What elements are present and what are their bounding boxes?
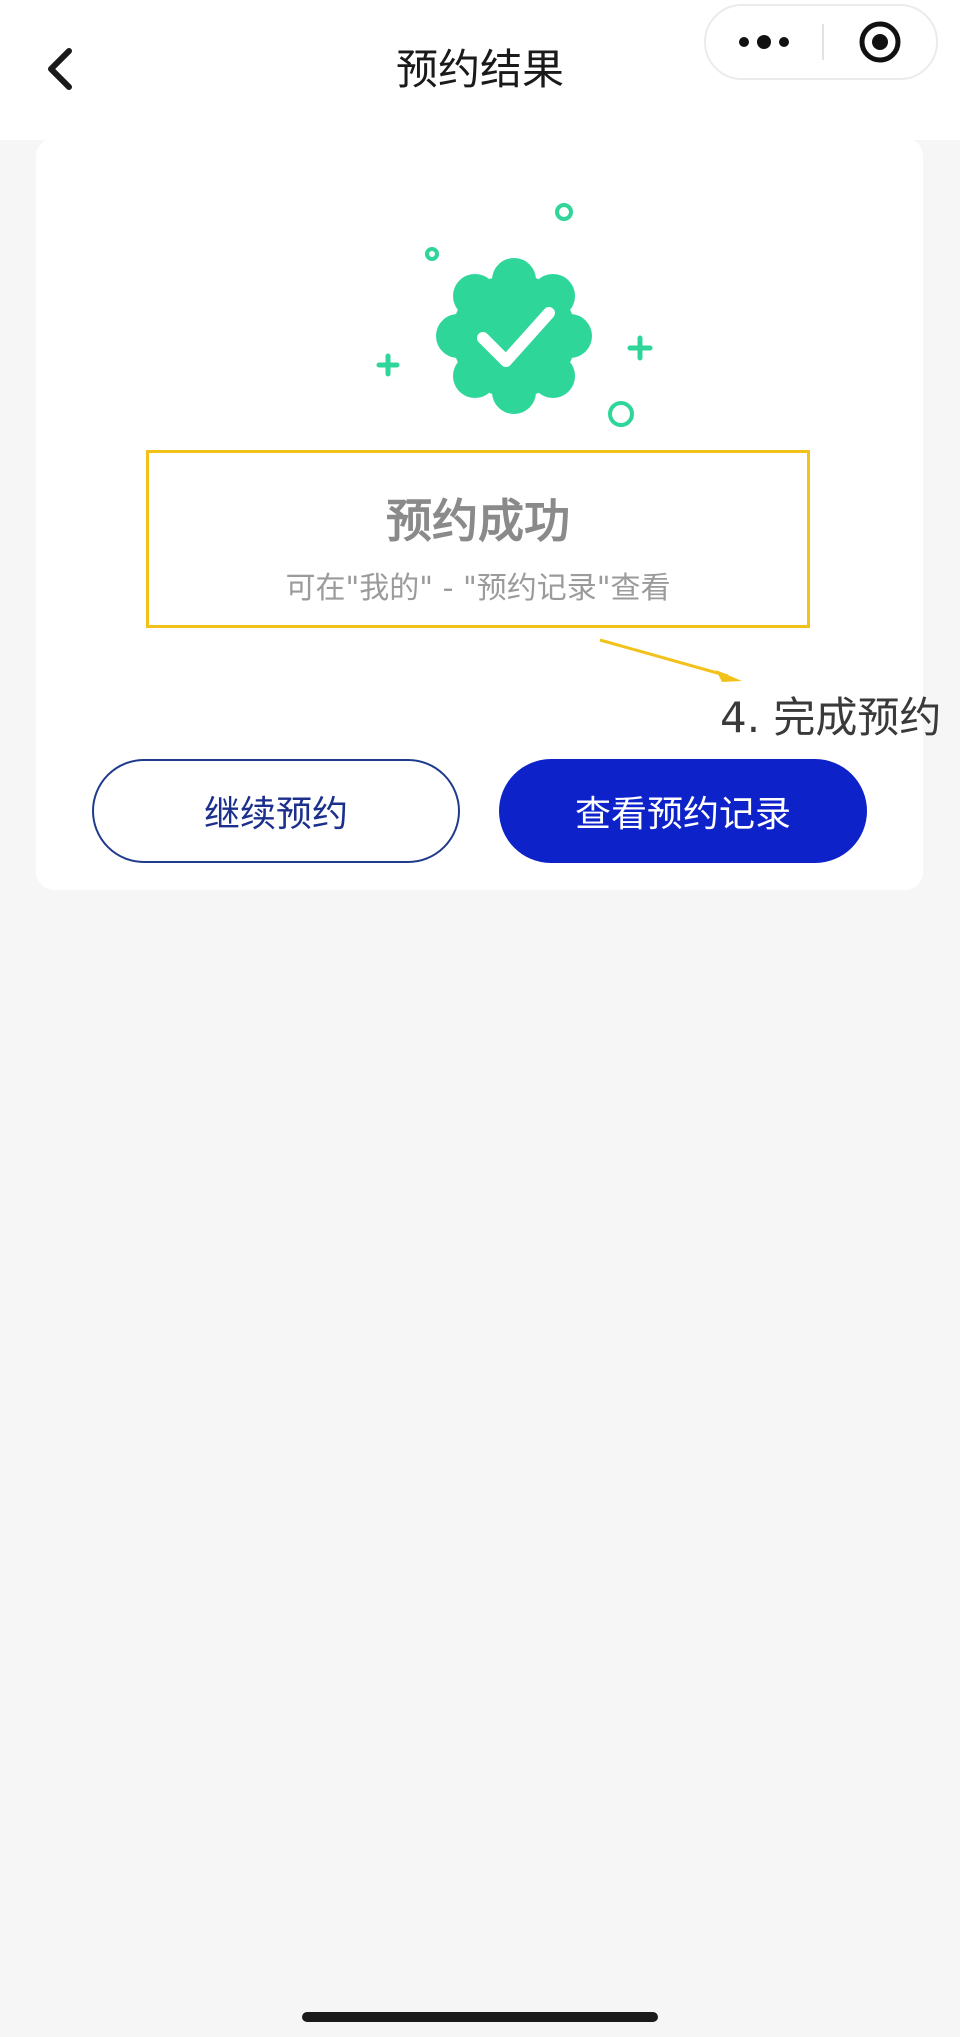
result-title: 预约成功 [386, 494, 570, 548]
more-dots-icon [739, 35, 789, 49]
close-button[interactable] [824, 6, 936, 78]
continue-booking-button[interactable]: 继续预约 [92, 759, 460, 863]
step-annotation: 4. 完成预约 [720, 693, 942, 742]
result-card: 预约成功 可在"我的" - "预约记录"查看 4. 完成预约 继续预约 查看预约… [36, 138, 941, 890]
result-highlight-box: 预约成功 可在"我的" - "预约记录"查看 [146, 450, 810, 628]
more-button[interactable] [706, 6, 822, 78]
target-circle-icon [859, 21, 901, 63]
result-subtitle: 可在"我的" - "预约记录"查看 [285, 571, 671, 606]
nav-bar: 预约结果 [0, 0, 960, 140]
mini-program-capsule [704, 4, 938, 80]
home-indicator [302, 2012, 658, 2022]
view-records-button[interactable]: 查看预约记录 [499, 759, 867, 863]
annotation-arrow-icon [599, 638, 742, 682]
